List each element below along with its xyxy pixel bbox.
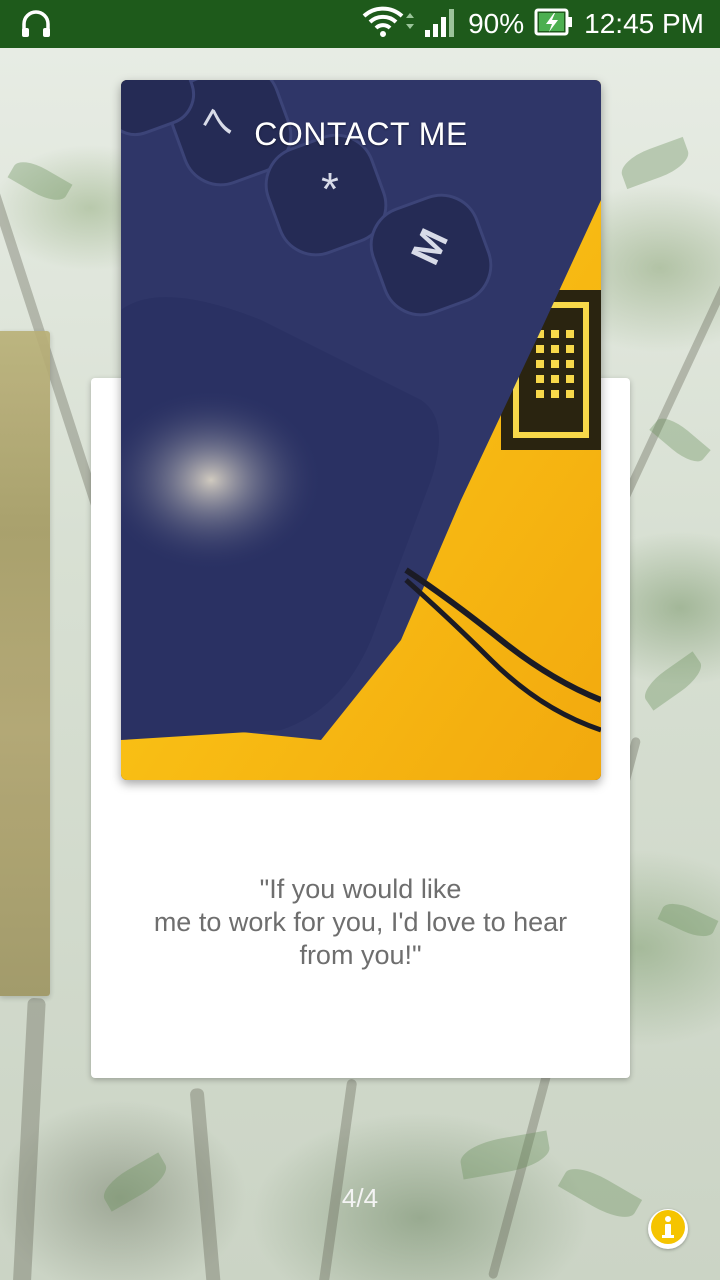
battery-percent: 90% — [468, 8, 525, 39]
telephone-image: 7 * M — [121, 80, 601, 780]
signal-icon — [424, 6, 458, 43]
info-icon — [648, 1207, 688, 1252]
status-bar: 90% 12:45 PM — [0, 0, 720, 48]
info-button[interactable] — [648, 1209, 688, 1249]
wifi-icon — [362, 6, 415, 43]
battery-charging-icon — [534, 8, 574, 41]
headphones-icon — [20, 10, 52, 38]
svg-text:*: * — [321, 163, 339, 215]
card-title: CONTACT ME — [254, 116, 468, 152]
clock: 12:45 PM — [584, 8, 704, 39]
contact-photo: 7 * M CONTACT ME — [121, 80, 601, 780]
previous-card[interactable] — [0, 331, 50, 996]
page-indicator: 4/4 — [341, 1183, 379, 1213]
contact-quote: "If you would like me to work for you, I… — [153, 874, 568, 970]
